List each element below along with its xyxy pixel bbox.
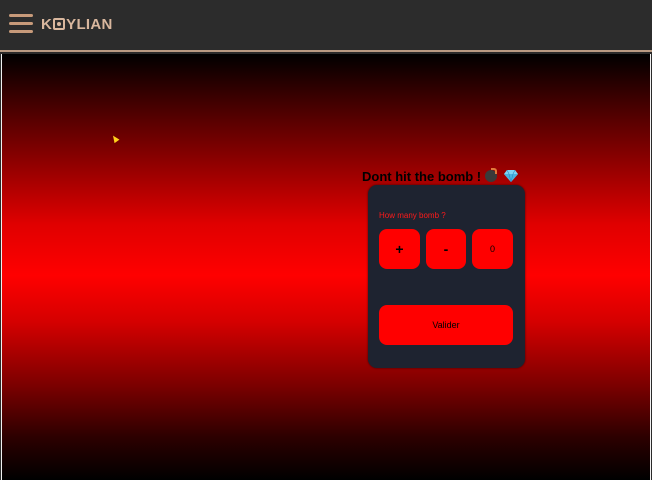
game-title-text: Dont hit the bomb ! [362,168,482,184]
bomb-icon [485,168,498,182]
game-title: Dont hit the bomb ! [362,167,519,185]
logo-mark-icon [53,18,66,30]
menu-icon[interactable] [9,14,33,34]
diamond-icon [504,169,519,183]
logo-text-suffix: YLIAN [66,15,113,33]
game-card: How many bomb ? + - 0 Valider [368,185,525,368]
game-stage [1,54,651,480]
logo-text-prefix: K [41,15,53,33]
top-navigation-bar: K YLIAN [0,0,652,52]
validate-button[interactable]: Valider [379,305,513,345]
decrease-bombs-button[interactable]: - [426,229,466,269]
brand-logo[interactable]: K YLIAN [41,14,113,34]
bomb-count-display: 0 [472,229,513,269]
increase-bombs-button[interactable]: + [379,229,420,269]
bomb-count-question: How many bomb ? [379,211,446,220]
